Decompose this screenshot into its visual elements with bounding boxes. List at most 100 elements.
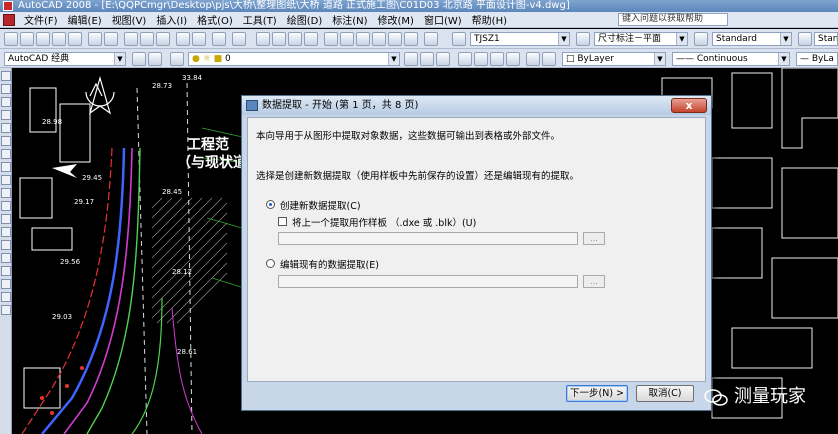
quickcalc-icon[interactable] [404,32,418,46]
markup-icon[interactable] [388,32,402,46]
make-object-layer-current-icon[interactable] [404,52,418,66]
autocad-app-icon[interactable] [3,1,13,11]
layer-isolate-icon[interactable] [458,52,472,66]
template-path-field[interactable] [278,232,578,245]
redo-icon[interactable] [232,32,246,46]
publish-icon[interactable] [88,32,102,46]
layer-select[interactable]: ● ☼ ■ 0 ▼ [188,52,400,66]
existing-browse-button[interactable]: ... [583,275,605,288]
menu-modify[interactable]: 修改(M) [373,12,419,27]
properties-icon[interactable] [324,32,338,46]
paste-icon[interactable] [156,32,170,46]
multileader-style-icon[interactable] [798,32,812,46]
layer-states-icon[interactable] [436,52,450,66]
table-tool-icon[interactable] [1,292,11,302]
point-tool-icon[interactable] [1,240,11,250]
use-template-label[interactable]: 将上一个提取用作样板 （.dxe 或 .blk）(U) [292,215,476,229]
menu-insert[interactable]: 插入(I) [151,12,192,27]
block-editor-icon[interactable] [192,32,206,46]
multiline-text-tool-icon[interactable] [1,305,11,315]
help-search-input[interactable]: 键入问题以获取帮助 [618,13,728,26]
lineweight-select[interactable]: — ByLa [796,52,838,66]
make-block-tool-icon[interactable] [1,227,11,237]
3d-dwf-icon[interactable] [104,32,118,46]
next-button[interactable]: 下一步(N) > [566,385,628,402]
dim-style-select[interactable]: 尺寸标注－平面 ▼ [594,32,688,46]
close-button[interactable]: x [671,98,707,113]
sheet-set-icon[interactable] [372,32,386,46]
text-style-select[interactable]: TJSZ1 ▼ [470,32,570,46]
layer-off-icon[interactable] [474,52,488,66]
construction-line-tool-icon[interactable] [1,84,11,94]
rectangle-tool-icon[interactable] [1,123,11,133]
help-icon[interactable] [424,32,438,46]
dim-style-icon[interactable] [576,32,590,46]
save-icon[interactable] [36,32,50,46]
match-properties-icon[interactable] [176,32,190,46]
open-file-icon[interactable] [20,32,34,46]
polyline-tool-icon[interactable] [1,97,11,107]
edit-existing-label[interactable]: 编辑现有的数据提取(E) [280,257,379,271]
table-style-select[interactable]: Standard ▼ [712,32,792,46]
multileader-style-select[interactable]: Standard [814,32,838,46]
workspace-save-icon[interactable] [148,52,162,66]
zoom-window-icon[interactable] [288,32,302,46]
insert-block-tool-icon[interactable] [1,214,11,224]
workspace-select[interactable]: AutoCAD 经典 ▼ [4,52,126,66]
zoom-previous-icon[interactable] [304,32,318,46]
menu-view[interactable]: 视图(V) [107,12,152,27]
menu-format[interactable]: 格式(O) [192,12,238,27]
zoom-realtime-icon[interactable] [272,32,286,46]
color-select[interactable]: □ ByLayer ▼ [562,52,666,66]
dialog-title-bar[interactable]: 数据提取 - 开始 (第 1 页，共 8 页) x [242,96,711,115]
workspace-settings-icon[interactable] [132,52,146,66]
text-style-icon[interactable] [452,32,466,46]
menu-dimension[interactable]: 标注(N) [327,12,372,27]
layer-freeze-icon[interactable] [490,52,504,66]
region-tool-icon[interactable] [1,279,11,289]
revision-cloud-tool-icon[interactable] [1,162,11,172]
layer-merge-icon[interactable] [542,52,556,66]
chevron-down-icon: ▼ [558,33,569,45]
cut-icon[interactable] [124,32,138,46]
menu-draw[interactable]: 绘图(D) [282,12,328,27]
line-tool-icon[interactable] [1,71,11,81]
edit-existing-radio[interactable] [266,259,275,268]
gradient-tool-icon[interactable] [1,266,11,276]
existing-path-field[interactable] [278,275,578,288]
copy-icon[interactable] [140,32,154,46]
undo-icon[interactable] [212,32,226,46]
tool-palettes-icon[interactable] [356,32,370,46]
arc-tool-icon[interactable] [1,136,11,146]
elevation-label: 28.73 [152,82,173,90]
layer-lock-icon[interactable] [506,52,520,66]
create-new-radio[interactable] [266,200,275,209]
menu-window[interactable]: 窗口(W) [419,12,467,27]
spline-tool-icon[interactable] [1,175,11,185]
menu-help[interactable]: 帮助(H) [467,12,512,27]
plot-preview-icon[interactable] [68,32,82,46]
design-center-icon[interactable] [340,32,354,46]
use-template-checkbox[interactable] [278,217,287,226]
circle-tool-icon[interactable] [1,149,11,159]
cancel-button[interactable]: 取消(C) [636,385,694,402]
menu-file[interactable]: 文件(F) [19,12,63,27]
linetype-select[interactable]: —— Continuous ▼ [672,52,790,66]
autocad-menu-icon[interactable] [3,13,15,26]
pan-icon[interactable] [256,32,270,46]
intro-text: 本向导用于从图形中提取对象数据，这些数据可输出到表格或外部文件。 [256,131,561,142]
template-browse-button[interactable]: ... [583,232,605,245]
layer-manager-icon[interactable] [170,52,184,66]
new-file-icon[interactable] [4,32,18,46]
hatch-tool-icon[interactable] [1,253,11,263]
menu-edit[interactable]: 编辑(E) [63,12,107,27]
table-style-icon[interactable] [694,32,708,46]
ellipse-arc-tool-icon[interactable] [1,201,11,211]
layer-walk-icon[interactable] [526,52,540,66]
menu-tools[interactable]: 工具(T) [238,12,282,27]
create-new-label[interactable]: 创建新数据提取(C) [280,198,361,212]
ellipse-tool-icon[interactable] [1,188,11,198]
plot-icon[interactable] [52,32,66,46]
layer-previous-icon[interactable] [420,52,434,66]
polygon-tool-icon[interactable] [1,110,11,120]
